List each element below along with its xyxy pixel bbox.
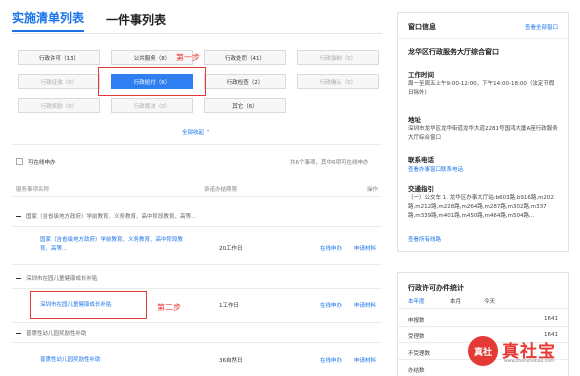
hours-title: 工作时间: [408, 71, 434, 79]
window-name: 龙华区行政服务大厅综合窗口: [408, 48, 499, 56]
online-filter-label: 可在线申办: [28, 160, 56, 166]
header-operation: 操作: [367, 187, 379, 193]
result-count: 共6个事项，其中6项可在线申办: [290, 160, 369, 166]
service-item-link[interactable]: 国家（含省级地方政府）学前教育、义务教育、高中阶段教育、高等...: [40, 236, 190, 254]
divider: [12, 322, 382, 323]
category-administrative-penalty[interactable]: 行政处罚（41）: [204, 50, 286, 65]
step2-highlight-box: [30, 291, 147, 319]
tab-divider: [12, 33, 382, 34]
materials-link[interactable]: 申请材料: [354, 301, 376, 309]
divider: [398, 326, 568, 327]
stat-label: 申报数: [408, 318, 425, 324]
category-administrative-ruling[interactable]: 行政裁决（0）: [111, 98, 193, 113]
collapse-dash-icon: [16, 216, 21, 217]
stats-title: 行政许可办件统计: [408, 284, 464, 292]
watermark-logo: 真社 真社宝 www.zhenshebao.com: [468, 334, 578, 374]
address-title: 地址: [408, 116, 421, 124]
address-value: 深圳市龙华区龙华街道龙华大道2281号国鸿大厦A座行政服务大厅综合窗口: [408, 126, 558, 141]
step1-highlight-box: [98, 67, 206, 96]
materials-link[interactable]: 申请材料: [354, 244, 376, 252]
watermark-badge-icon: 真社: [468, 336, 498, 366]
group-title: 普惠性幼儿园奖励性补助: [26, 331, 87, 337]
stat-label: 办结数: [408, 368, 425, 374]
online-apply-link[interactable]: 在线申办: [320, 356, 342, 364]
online-apply-link[interactable]: 在线申办: [320, 244, 342, 252]
list-tabs: 实施清单列表 一件事列表: [12, 10, 188, 32]
view-all-windows-link[interactable]: 查看全部窗口: [525, 23, 558, 31]
stat-label: 不受理数: [408, 351, 431, 357]
main-panel: 实施清单列表 一件事列表 行政许可（13） 公共服务（8） 行政处罚（41） 行…: [0, 0, 385, 376]
collapse-dash-icon: [16, 278, 21, 279]
tab-implementation-list[interactable]: 实施清单列表: [12, 9, 85, 32]
collapse-all-link[interactable]: 全部收起 ⌃: [182, 128, 210, 136]
category-administrative-confirmation[interactable]: 行政确认（0）: [297, 74, 379, 89]
divider: [12, 342, 382, 343]
header-deadline: 承诺办结期限: [204, 187, 238, 193]
stat-value: 1641: [544, 316, 558, 322]
category-administrative-levy[interactable]: 行政征收（0）: [18, 74, 100, 89]
group-header[interactable]: 深圳市在园儿童健康成长补贴: [16, 274, 98, 282]
category-administrative-compulsion[interactable]: 行政强制（0）: [297, 50, 379, 65]
all-routes-link[interactable]: 查看所有线路: [408, 235, 441, 243]
phone-title: 联系电话: [408, 156, 434, 164]
divider: [12, 144, 382, 145]
service-item-deadline: 36自然日: [219, 358, 243, 364]
header-service-name: 服务事项名称: [16, 187, 50, 193]
online-filter-checkbox[interactable]: [16, 158, 23, 165]
online-apply-link[interactable]: 在线申办: [320, 301, 342, 309]
category-administrative-inspection[interactable]: 行政检查（2）: [204, 74, 286, 89]
service-item-link[interactable]: 普惠性幼儿园奖励性补助: [40, 356, 101, 365]
group-title: 国家（含省级地方政府）学前教育、义务教育、高中阶段教育、高等...: [26, 214, 197, 220]
category-administrative-license[interactable]: 行政许可（13）: [18, 50, 100, 65]
watermark-url: www.zhenshebao.com: [504, 359, 555, 364]
collapse-dash-icon: [16, 333, 21, 334]
card-header: 窗口信息 查看全部窗口: [398, 13, 568, 39]
category-other[interactable]: 其它（6）: [204, 98, 286, 113]
traffic-title: 交通指引: [408, 185, 434, 193]
group-header[interactable]: 普惠性幼儿园奖励性补助: [16, 329, 87, 337]
step2-annotation: 第二步: [157, 303, 181, 312]
card-title: 窗口信息: [408, 23, 436, 31]
category-administrative-reward[interactable]: 行政奖励（0）: [18, 98, 100, 113]
materials-link[interactable]: 申请材料: [354, 356, 376, 364]
group-header[interactable]: 国家（含省级地方政府）学前教育、义务教育、高中阶段教育、高等...: [16, 212, 196, 220]
step1-annotation: 第一步: [176, 53, 200, 62]
divider: [12, 264, 382, 265]
stats-tab-month[interactable]: 本月: [450, 297, 461, 305]
group-title: 深圳市在园儿童健康成长补贴: [26, 276, 98, 282]
service-item-deadline: 20工作日: [219, 246, 243, 252]
stats-tab-today[interactable]: 今天: [484, 297, 495, 305]
window-info-card: 窗口信息 查看全部窗口 龙华区行政服务大厅综合窗口 工作时间 周一至周五上午9:…: [397, 12, 569, 252]
divider: [12, 196, 382, 197]
service-item-deadline: 1工作日: [219, 303, 239, 309]
traffic-value: （一）公交车 1. 龙华区办事大厅站:b603路,b916路,m202路,m21…: [408, 195, 554, 219]
divider: [12, 226, 382, 227]
hours-value: 周一至周五上午9:00-12:00，下午14:00-18:00（法定节假日除外）: [408, 81, 555, 96]
phone-link[interactable]: 查看办事窗口联系电话: [408, 165, 463, 173]
stat-label: 受理数: [408, 334, 425, 340]
divider: [398, 308, 568, 309]
tab-one-thing-list[interactable]: 一件事列表: [106, 11, 166, 32]
divider: [12, 288, 382, 289]
